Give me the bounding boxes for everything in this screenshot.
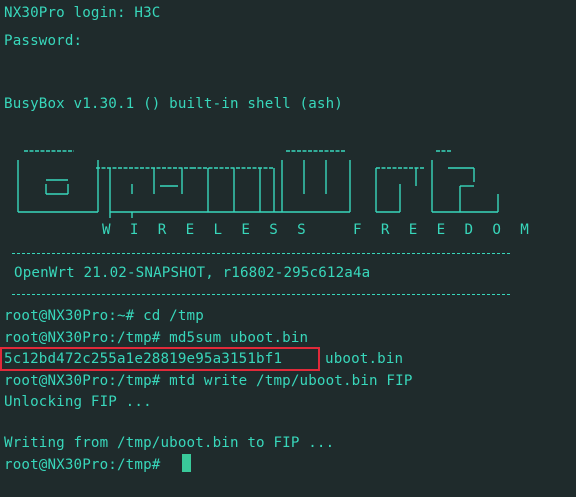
md5-file-name: uboot.bin	[325, 351, 404, 367]
md5-hash-value: 5c12bd472c255a1e28819e95a3151bf1	[4, 351, 283, 367]
cmd-mtd-write-line: root@NX30Pro:/tmp# mtd write /tmp/uboot.…	[4, 373, 413, 389]
terminal-window[interactable]: NX30Pro login: H3C Password: BusyBox v1.…	[0, 0, 576, 497]
login-line: NX30Pro login: H3C	[4, 5, 161, 21]
version-line: OpenWrt 21.02-SNAPSHOT, r16802-295c612a4…	[14, 265, 371, 281]
openwrt-banner: W I R E L E S S F R E E D O M	[12, 146, 532, 244]
cmd-md5sum-line: root@NX30Pro:/tmp# md5sum uboot.bin	[4, 330, 309, 346]
cmd-cd-line: root@NX30Pro:~# cd /tmp	[4, 308, 204, 324]
password-line: Password:	[4, 33, 83, 49]
banner-divider-top	[12, 253, 510, 254]
busybox-line: BusyBox v1.30.1 () built-in shell (ash)	[4, 96, 343, 112]
unlocking-line: Unlocking FIP ...	[4, 394, 152, 410]
openwrt-ascii-logo	[17, 150, 499, 218]
shell-prompt: root@NX30Pro:/tmp#	[4, 457, 161, 473]
banner-divider-bottom	[12, 294, 510, 295]
text-cursor[interactable]	[182, 454, 191, 472]
writing-line: Writing from /tmp/uboot.bin to FIP ...	[4, 435, 335, 451]
banner-tagline: W I R E L E S S F R E E D O M	[102, 222, 535, 238]
